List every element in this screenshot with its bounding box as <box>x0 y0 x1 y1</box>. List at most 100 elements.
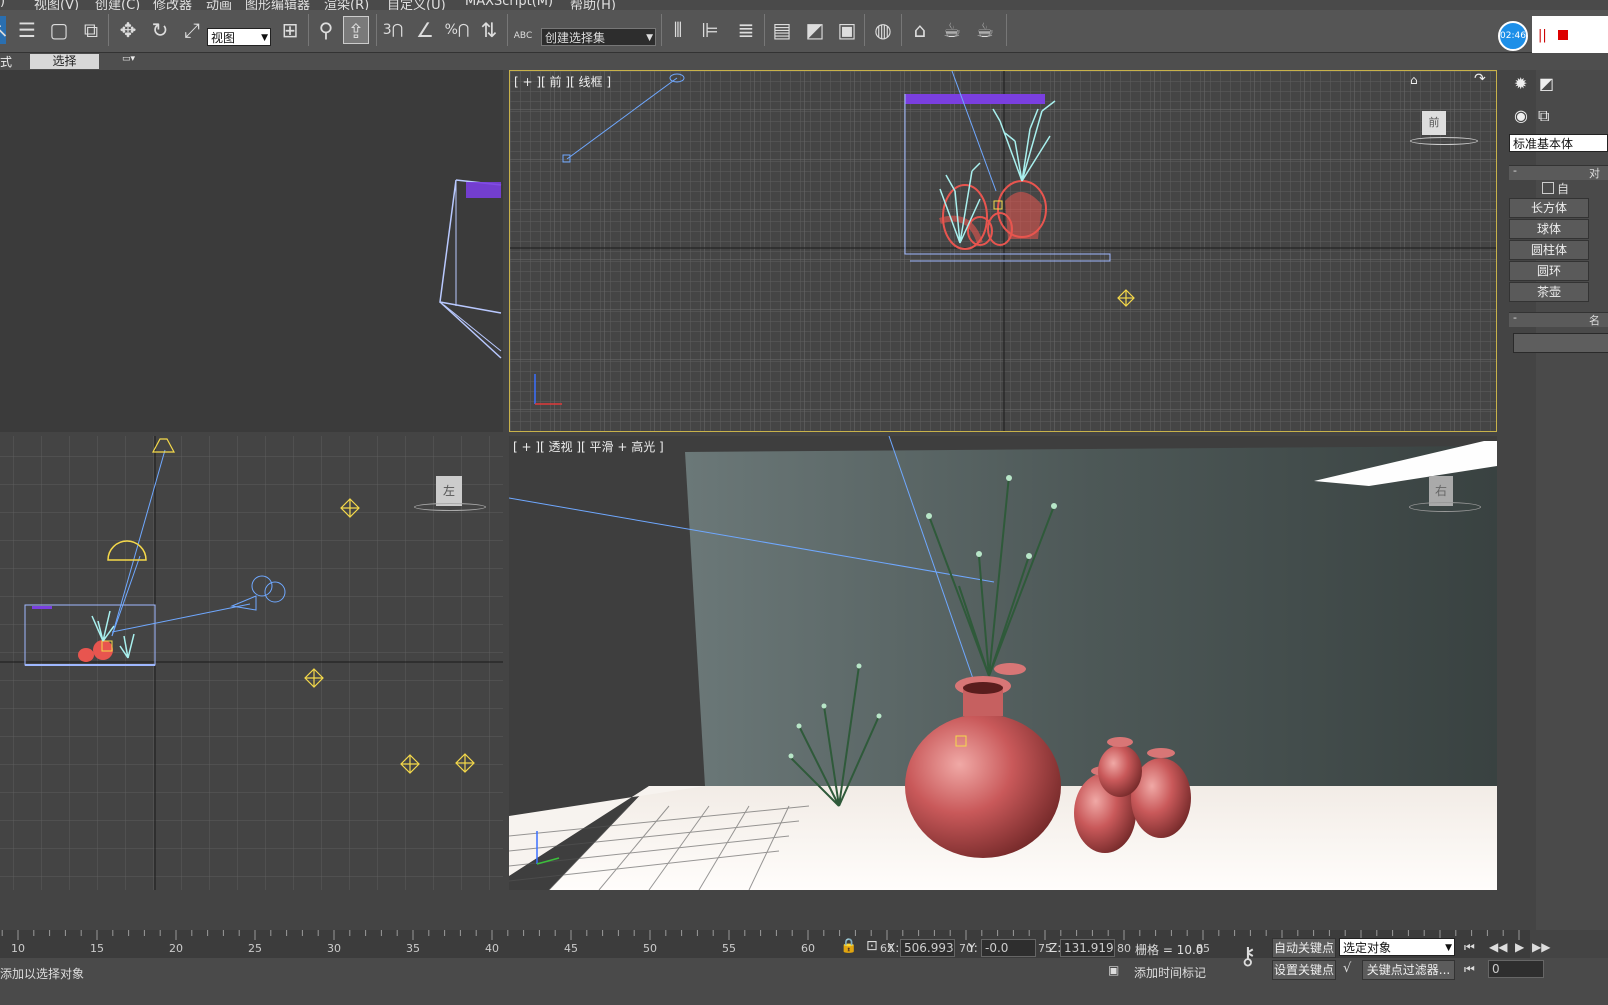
z-coordinate-field[interactable]: 131.919 <box>1060 939 1115 957</box>
select-object-icon[interactable]: ↖ <box>0 16 9 44</box>
menu-item-animation[interactable]: 动画 <box>206 0 232 10</box>
lock-selection-icon[interactable]: 🔒 <box>840 938 857 954</box>
timeline-tick-label: 15 <box>90 942 104 955</box>
cylinder-button[interactable]: 圆柱体 <box>1509 240 1589 260</box>
add-time-tag[interactable]: 添加时间标记 <box>1134 964 1206 981</box>
select-by-name-icon[interactable]: ☰ <box>14 16 40 44</box>
recorder-controls: || <box>1532 16 1608 56</box>
geometry-icon[interactable]: ◉ <box>1514 106 1528 125</box>
schematic-view-icon[interactable]: ▣ <box>834 16 860 44</box>
viewcube-front[interactable]: 前 <box>1422 111 1446 135</box>
sphere-button[interactable]: 球体 <box>1509 219 1589 239</box>
key-mode-icon[interactable]: ⏮ <box>1464 962 1475 977</box>
absolute-mode-icon[interactable]: ⊡ <box>866 938 878 954</box>
window-crossing-icon[interactable]: ⧉ <box>78 16 104 44</box>
rendered-frame-window-icon[interactable]: ☕ <box>939 16 965 44</box>
autogrid-label: 自 <box>1557 182 1570 196</box>
timeline-tick-label: 45 <box>564 942 578 955</box>
menu-item-create[interactable]: 创建(C) <box>95 0 140 10</box>
timeline-tick-label: 30 <box>327 942 341 955</box>
rollout-object-type[interactable]: - 对 <box>1509 164 1608 180</box>
rollout-name-color[interactable]: - 名 <box>1509 311 1608 327</box>
timeline-tick-label: 80 <box>1117 942 1131 955</box>
rotate-icon[interactable]: ↻ <box>147 16 173 44</box>
angle-snap-icon[interactable]: ∠ <box>412 16 438 44</box>
orbit-icon[interactable]: ↷ <box>1474 71 1486 87</box>
ribbon-tab-select[interactable]: 选择 <box>30 54 99 69</box>
previous-frame-icon[interactable]: ◀◀ <box>1489 940 1507 954</box>
time-tag-icon[interactable]: ▣ <box>1108 963 1119 977</box>
menu-item-rendering[interactable]: 渲染(R) <box>324 0 369 10</box>
teapot-button[interactable]: 茶壶 <box>1509 282 1589 302</box>
y-coordinate-field[interactable]: -0.0 <box>981 939 1036 957</box>
viewport-perspective-label[interactable]: [ + ][ 透视 ][ 平滑 + 高光 ] <box>513 438 664 455</box>
reference-coord-dropdown[interactable]: 视图 ▼ <box>207 28 271 46</box>
menu-item-maxscript[interactable]: MAXScript(M) <box>465 0 553 9</box>
autogrid-checkbox[interactable] <box>1542 182 1554 194</box>
menu-partial: ) <box>0 0 6 9</box>
viewport-left[interactable]: 左 <box>0 436 503 890</box>
select-manipulate-icon[interactable]: ⚲ <box>313 16 339 44</box>
menu-item-modifiers[interactable]: 修改器 <box>153 0 192 10</box>
named-selection-set-dropdown[interactable]: 创建选择集 ▼ <box>541 28 656 46</box>
menu-item-view[interactable]: 视图(V) <box>34 0 79 10</box>
menu-item-customize[interactable]: 自定义(U) <box>387 0 446 10</box>
scale-icon[interactable]: ⤢ <box>179 16 205 44</box>
recorder-pause[interactable]: || <box>1538 28 1547 43</box>
mirror-icon[interactable]: ⫴ <box>665 16 691 44</box>
pivot-center-icon[interactable]: ⊞ <box>277 16 303 44</box>
home-icon[interactable]: ⌂ <box>1410 73 1418 87</box>
object-name-field[interactable] <box>1513 333 1608 353</box>
viewport-top-left[interactable] <box>0 70 503 432</box>
next-frame-icon[interactable]: ▶▶ <box>1532 940 1550 954</box>
play-icon[interactable]: ▶ <box>1515 940 1524 954</box>
key-filters-button[interactable]: 关键点过滤器... <box>1362 960 1455 980</box>
modify-tab-icon[interactable]: ◩ <box>1539 74 1554 93</box>
spinner-snap-icon[interactable]: ⇅ <box>476 16 502 44</box>
key-curve-icon[interactable]: √ <box>1343 961 1351 976</box>
object-category-dropdown[interactable]: 标准基本体 <box>1509 134 1608 152</box>
ribbon-expand-icon[interactable]: ▭▾ <box>122 54 135 64</box>
command-panel: ✹ ◩ ◉ ⧉ 标准基本体 - 对 自 长方体 球体 圆柱体 圆环 茶壶 - 名 <box>1509 70 1608 930</box>
current-frame-field[interactable]: 0 <box>1488 960 1544 978</box>
viewcube-ring-persp[interactable] <box>1409 502 1481 512</box>
keyboard-shortcut-override-icon[interactable]: ⇪ <box>343 16 369 44</box>
recorder-stop-icon[interactable] <box>1558 30 1568 40</box>
menu-item-help[interactable]: 帮助(H) <box>570 0 616 10</box>
box-button[interactable]: 长方体 <box>1509 198 1589 218</box>
render-setup-icon[interactable]: ⌂ <box>907 16 933 44</box>
create-tab-icon[interactable]: ✹ <box>1514 74 1527 93</box>
align-icon[interactable]: ⊫ <box>697 16 723 44</box>
timeline-tick-label: 35 <box>406 942 420 955</box>
percent-snap-icon[interactable]: %⋂ <box>444 16 470 44</box>
edit-named-selection-icon[interactable]: ABC <box>510 16 536 44</box>
viewcube-ring-left[interactable] <box>414 503 486 511</box>
key-target-dropdown[interactable]: 选定对象 ▼ <box>1339 938 1455 956</box>
grid-spacing: 栅格 = 10.0 <box>1135 943 1204 957</box>
menu-item-graph-editors[interactable]: 图形编辑器 <box>245 0 310 10</box>
auto-key-button[interactable]: 自动关键点 <box>1272 938 1336 958</box>
y-label: Y: <box>968 941 978 955</box>
goto-start-icon[interactable]: ⏮ <box>1464 940 1475 955</box>
viewcube-ring[interactable] <box>1410 137 1478 145</box>
shapes-icon[interactable]: ⧉ <box>1538 106 1549 126</box>
rect-selection-icon[interactable]: ▢ <box>46 16 72 44</box>
torus-button[interactable]: 圆环 <box>1509 261 1589 281</box>
recorder-timer[interactable]: 02:46 <box>1498 21 1528 51</box>
material-editor-icon[interactable]: ◍ <box>870 16 896 44</box>
viewport-front[interactable]: [ + ][ 前 ][ 线框 ] 前 ⌂ ↷ <box>509 70 1497 432</box>
viewport-perspective[interactable]: [ + ][ 透视 ][ 平滑 + 高光 ] 右 <box>509 436 1497 890</box>
toggle-scene-explorer-icon[interactable]: ▤ <box>769 16 795 44</box>
viewcube-left[interactable]: 左 <box>436 476 462 506</box>
snaps-toggle-icon[interactable]: 3⋂ <box>380 16 406 44</box>
set-key-button[interactable]: 设置关键点 <box>1272 960 1336 980</box>
render-production-icon[interactable]: ☕ <box>972 16 998 44</box>
layer-manager-icon[interactable]: ≣ <box>733 16 759 44</box>
set-key-icon[interactable]: ⚷ <box>1239 942 1257 970</box>
curve-editor-icon[interactable]: ◩ <box>802 16 828 44</box>
move-icon[interactable]: ✥ <box>115 16 141 44</box>
timeline-tick-label: 10 <box>11 942 25 955</box>
x-coordinate-field[interactable]: 506.993 <box>900 939 955 957</box>
x-label: X: <box>887 941 900 955</box>
viewport-front-label[interactable]: [ + ][ 前 ][ 线框 ] <box>514 73 611 90</box>
